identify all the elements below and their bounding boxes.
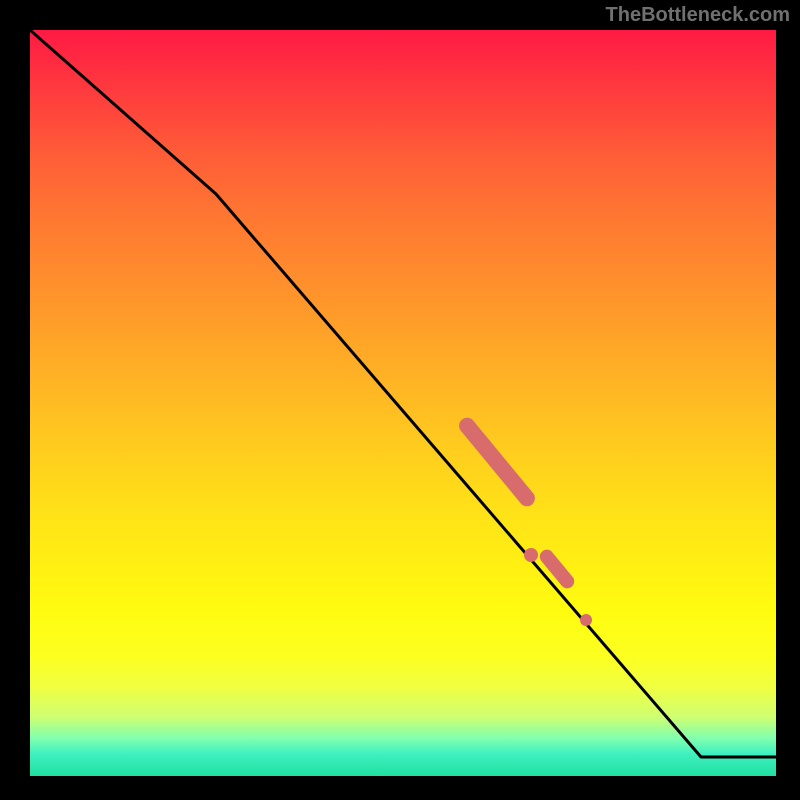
main-curve [30,30,776,757]
curve-svg [30,30,776,776]
watermark-text: TheBottleneck.com [606,4,790,27]
plot-area [30,30,776,776]
